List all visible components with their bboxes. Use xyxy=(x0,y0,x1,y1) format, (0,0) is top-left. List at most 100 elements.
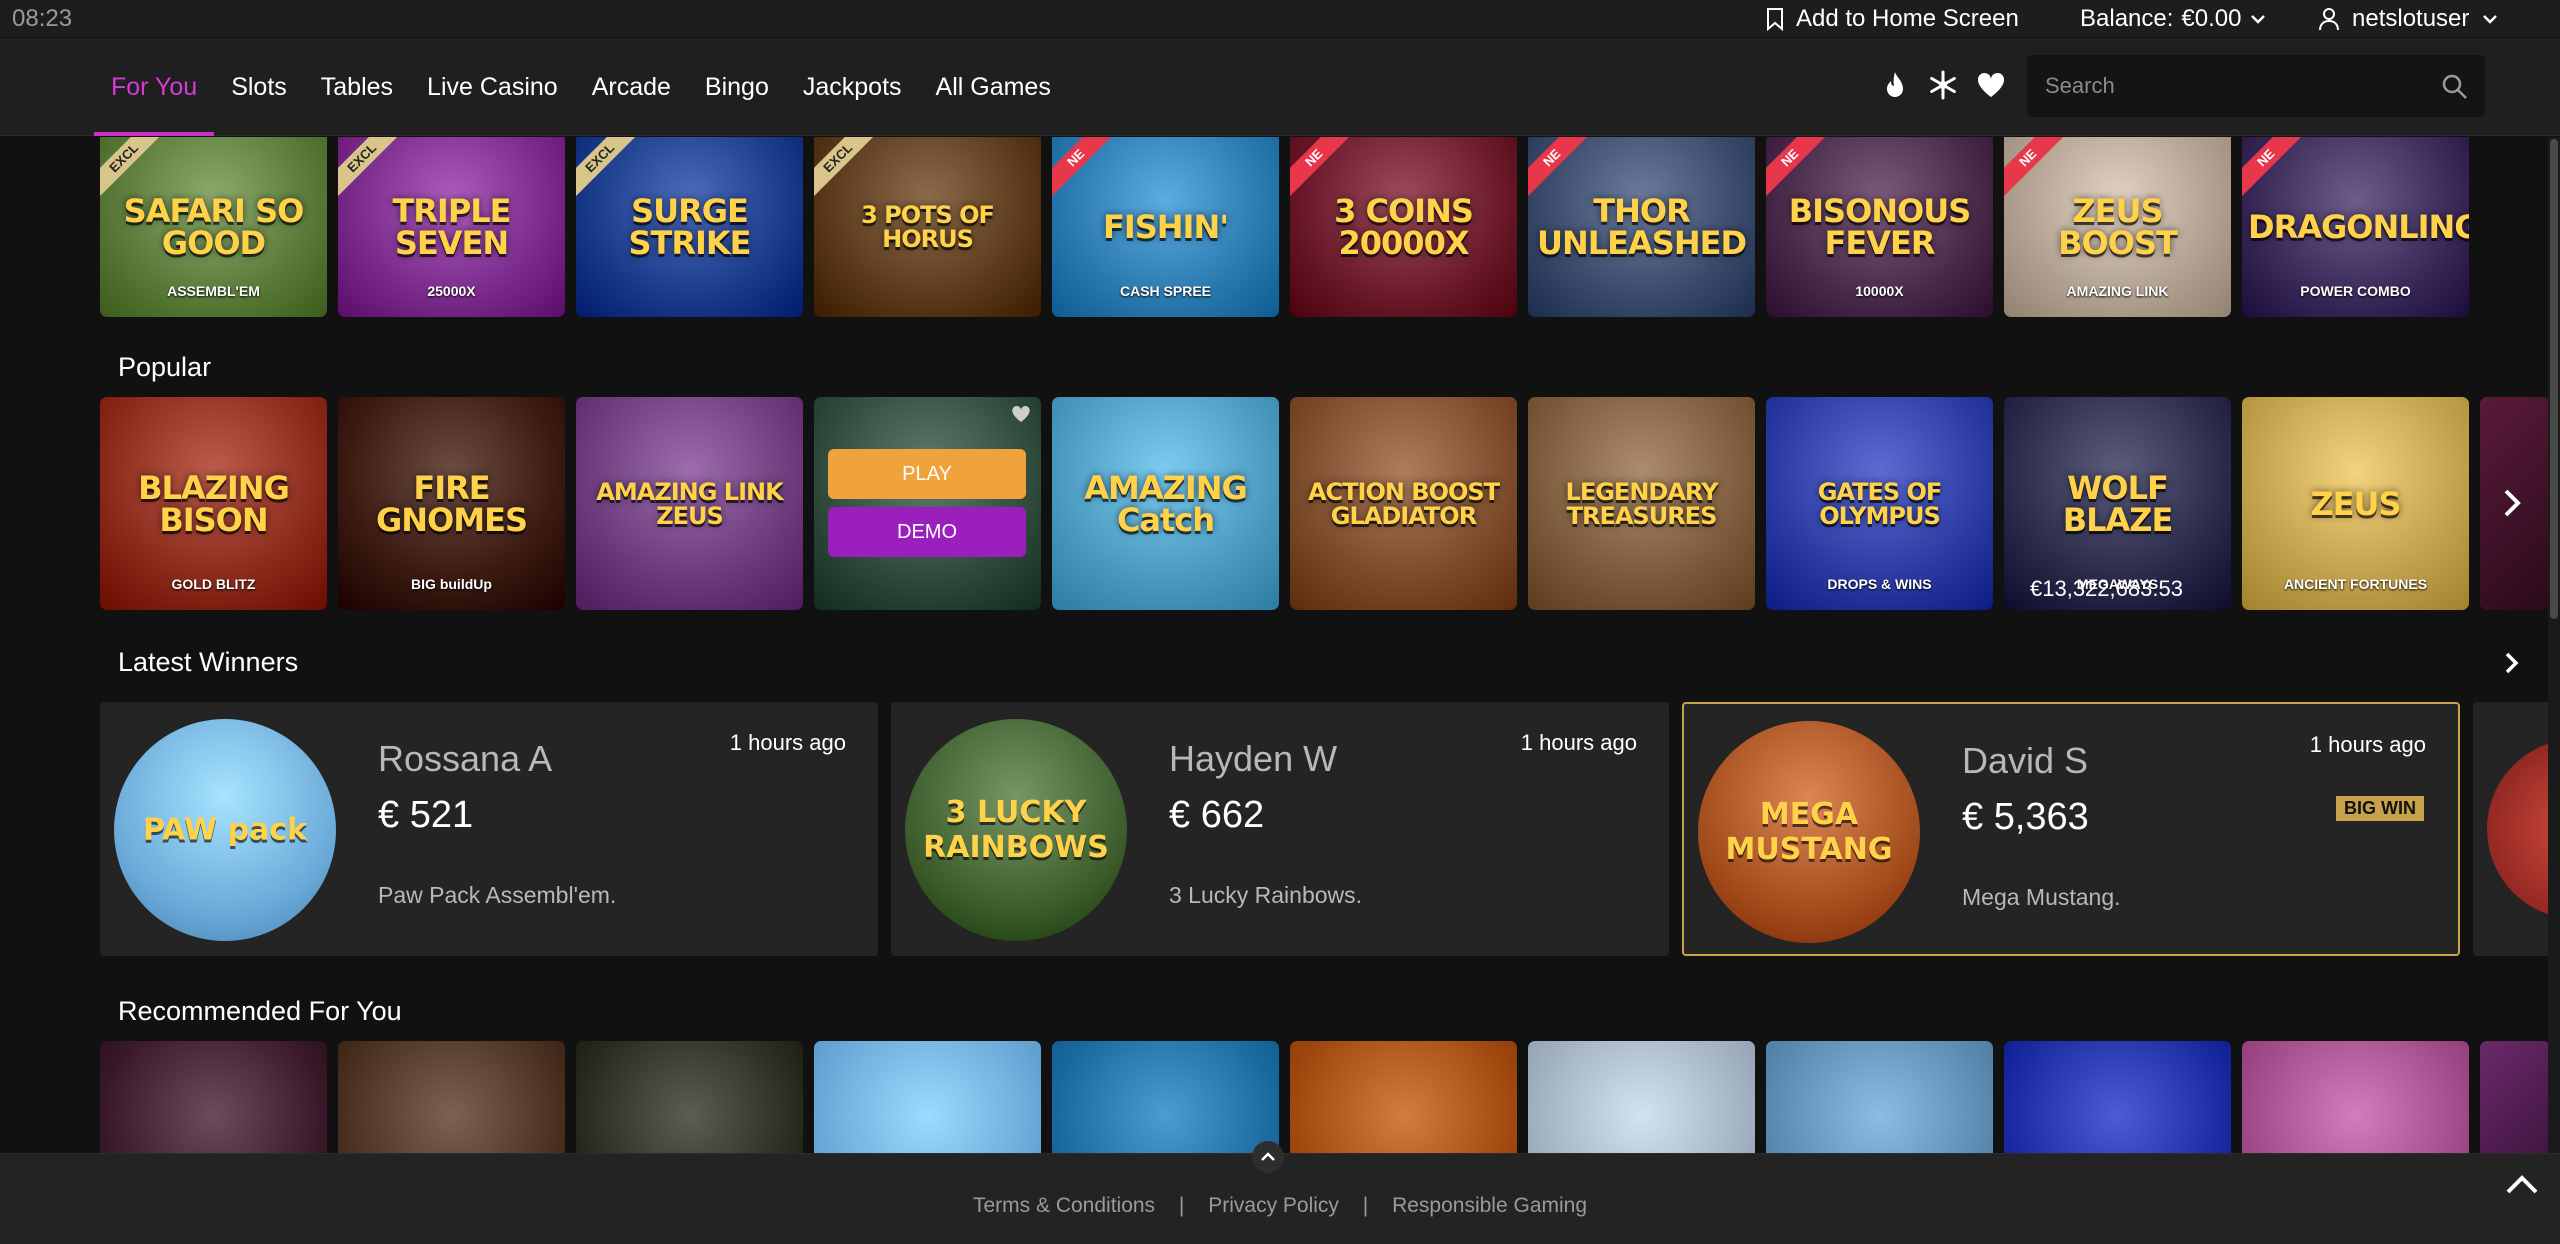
game-subtitle: 25000X xyxy=(427,283,476,299)
snowflake-icon[interactable] xyxy=(1928,68,1958,102)
game-tile[interactable]: LEGENDARY TREASURES xyxy=(1528,397,1755,610)
page-scrollbar[interactable] xyxy=(2548,137,2560,1153)
winner-card[interactable]: PAW pack Rossana A € 521 Paw Pack Assembl'e… xyxy=(100,702,878,956)
game-tile[interactable] xyxy=(814,1041,1041,1153)
game-subtitle: BIG buildUp xyxy=(411,576,492,592)
game-tile[interactable]: AMAZING LINK ZEUS xyxy=(576,397,803,610)
game-tile[interactable]: NE 3 COINS 20000X xyxy=(1290,137,1517,317)
recommended-title: Recommended For You xyxy=(118,996,402,1026)
game-title: ZEUS xyxy=(2310,484,2401,523)
game-tile[interactable]: NE DRAGONLINGS POWER COMBO xyxy=(2242,137,2469,317)
winners-carousel: PAW pack Rossana A € 521 Paw Pack Assembl'e… xyxy=(100,702,2548,956)
demo-button[interactable]: DEMO xyxy=(828,507,1026,557)
game-title: ACTION BOOST GLADIATOR xyxy=(1307,477,1500,530)
game-tile[interactable]: BLAZING BISON GOLD BLITZ xyxy=(100,397,327,610)
clock: 08:23 xyxy=(12,5,73,32)
search-icon[interactable] xyxy=(2441,73,2469,101)
game-tile[interactable]: NE THOR UNLEASHED xyxy=(1528,137,1755,317)
game-subtitle: 10000X xyxy=(1855,283,1904,299)
ribbon-badge: EXCL xyxy=(814,137,881,201)
back-to-top-chevron-icon[interactable] xyxy=(2504,1170,2540,1200)
game-tile[interactable]: NE BISONOUS FEVER 10000X xyxy=(1766,137,1993,317)
nav-tab-arcade[interactable]: Arcade xyxy=(575,38,688,136)
game-tile[interactable]: Tally xyxy=(1528,1041,1755,1153)
nav-tab-all-games[interactable]: All Games xyxy=(919,38,1068,136)
responsible-gaming-link[interactable]: Responsible Gaming xyxy=(1392,1194,1587,1217)
play-button[interactable]: PLAY xyxy=(828,449,1026,499)
game-tile[interactable]: GOLD xyxy=(2004,1041,2231,1153)
game-subtitle: ANCIENT FORTUNES xyxy=(2283,576,2428,592)
scrollbar-thumb[interactable] xyxy=(2550,139,2558,619)
status-bar: 08:23 Add to Home Screen Balance: €0.00 … xyxy=(0,0,2560,38)
username: netslotuser xyxy=(2352,5,2470,32)
chevron-up-icon xyxy=(1261,1152,1275,1161)
game-tile[interactable]: NE ZEUS BOOST AMAZING LINK xyxy=(2004,137,2231,317)
game-tile[interactable]: SURE xyxy=(1766,1041,1993,1153)
footer-links: Terms & Conditions | Privacy Policy | Re… xyxy=(0,1194,2560,1218)
game-tile[interactable]: CRAZY xyxy=(1052,1041,1279,1153)
thumbnail-title: PAW pack xyxy=(142,812,308,848)
nav-tab-for-you[interactable]: For You xyxy=(94,38,215,136)
game-title: SURGE STRIKE xyxy=(628,192,751,262)
winner-card[interactable]: 3 LUCKY RAINBOWS Hayden W € 662 3 Lucky Rai… xyxy=(891,702,1669,956)
game-tile[interactable]: EXCL SAFARI SO GOOD ASSEMBL'EM xyxy=(100,137,327,317)
privacy-link[interactable]: Privacy Policy xyxy=(1208,1194,1339,1217)
winner-game-thumbnail: PAW pack xyxy=(114,719,336,941)
winner-time: 1 hours ago xyxy=(1520,730,1637,755)
game-tile[interactable] xyxy=(1290,1041,1517,1153)
winner-name: Rossana A xyxy=(378,738,553,779)
search-input[interactable] xyxy=(2027,55,2427,117)
ribbon-badge: EXCL xyxy=(338,137,405,201)
popular-next-arrow-icon[interactable] xyxy=(2494,485,2530,521)
favorite-heart-icon[interactable] xyxy=(1011,405,1031,425)
heart-icon[interactable] xyxy=(1976,68,2006,102)
winners-next-arrow-icon[interactable] xyxy=(2494,645,2530,681)
add-to-home-button[interactable]: Add to Home Screen xyxy=(1766,4,2019,34)
game-tile[interactable]: Wacky xyxy=(2242,1041,2469,1153)
game-title: TRIPLE SEVEN xyxy=(392,192,511,262)
terms-link[interactable]: Terms & Conditions xyxy=(973,1194,1155,1217)
nav-tab-tables[interactable]: Tables xyxy=(304,38,410,136)
nav-tab-jackpots[interactable]: Jackpots xyxy=(786,38,919,136)
game-tile[interactable]: EXCL 3 POTS OF HORUS xyxy=(814,137,1041,317)
winner-amount: € 521 xyxy=(378,794,474,836)
game-tile-partial[interactable] xyxy=(2480,1041,2548,1153)
game-tile[interactable]: GATES OF OLYMPUS DROPS & WINS xyxy=(1766,397,1993,610)
footer-separator: | xyxy=(1362,1194,1369,1217)
game-tile[interactable]: AMAZING Catch xyxy=(1052,397,1279,610)
game-tile[interactable]: WOLF BLAZE MEGAWAYS €13,322,683.53 xyxy=(2004,397,2231,610)
game-title: SAFARI SO GOOD xyxy=(123,192,305,262)
flame-icon[interactable] xyxy=(1880,68,1910,102)
popular-title: Popular xyxy=(118,352,212,382)
popular-row: BLAZING BISON GOLD BLITZ FIRE GNOMES BIG bu… xyxy=(100,397,2548,610)
game-tile[interactable]: DRAGON xyxy=(576,1041,803,1153)
ribbon-badge: NE xyxy=(2242,137,2309,201)
game-tile[interactable]: FIRE GNOMES BIG buildUp xyxy=(338,397,565,610)
game-tile[interactable]: ZEUS ANCIENT FORTUNES xyxy=(2242,397,2469,610)
ribbon-badge: NE xyxy=(2004,137,2071,201)
winner-card[interactable]: MEGA MUSTANG David S € 5,363 Mega Mustang. 1… xyxy=(1682,702,2460,956)
back-to-top-small-button[interactable] xyxy=(1252,1141,1284,1173)
ribbon-badge: NE xyxy=(1290,137,1357,201)
game-title: 3 POTS OF HORUS xyxy=(861,201,995,253)
nav-tabs: For You Slots Tables Live Casino Arcade Bingo… xyxy=(94,38,1068,136)
nav-tab-slots[interactable]: Slots xyxy=(214,38,304,136)
winner-card-partial[interactable] xyxy=(2473,702,2548,956)
winner-game-name: Mega Mustang. xyxy=(1962,884,2121,910)
casino-app: 08:23 Add to Home Screen Balance: €0.00 … xyxy=(0,0,2560,1244)
game-subtitle: DROPS & WINS xyxy=(1827,576,1932,592)
game-tile[interactable]: EXCL SURGE STRIKE xyxy=(576,137,803,317)
game-tile[interactable]: NE FISHIN' CASH SPREE xyxy=(1052,137,1279,317)
game-tile[interactable]: ACTION BOOST GLADIATOR xyxy=(1290,397,1517,610)
game-tile[interactable] xyxy=(338,1041,565,1153)
nav-tab-live-casino[interactable]: Live Casino xyxy=(410,38,575,136)
game-tile[interactable]: PLAY DEMO xyxy=(814,397,1041,610)
game-tile[interactable]: GEM xyxy=(100,1041,327,1153)
nav-tab-bingo[interactable]: Bingo xyxy=(688,38,786,136)
game-tile[interactable]: EXCL TRIPLE SEVEN 25000X xyxy=(338,137,565,317)
search-box xyxy=(2027,55,2485,117)
user-menu[interactable]: netslotuser xyxy=(2318,4,2499,34)
game-title: WOLF BLAZE xyxy=(2062,468,2174,539)
winner-game-name: Paw Pack Assembl'em. xyxy=(378,882,617,908)
balance-dropdown[interactable]: Balance: €0.00 xyxy=(2080,4,2267,34)
